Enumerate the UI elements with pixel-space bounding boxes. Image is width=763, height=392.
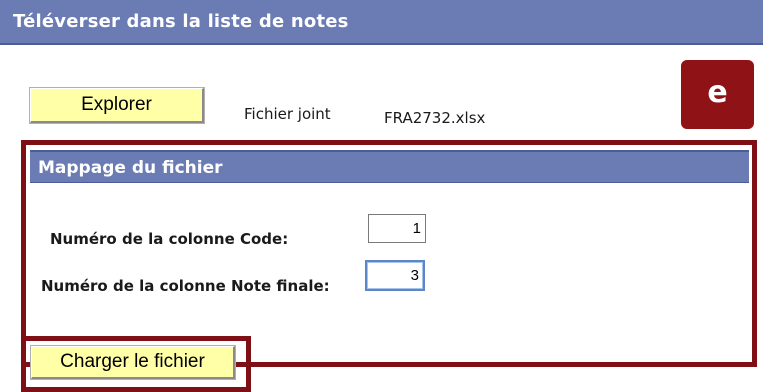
code-column-label: Numéro de la colonne Code: bbox=[50, 230, 289, 248]
callout-badge: e bbox=[681, 60, 754, 129]
final-grade-column-input[interactable] bbox=[365, 260, 425, 291]
code-column-input[interactable] bbox=[368, 214, 426, 243]
file-mapping-header: Mappage du fichier bbox=[30, 150, 749, 183]
attached-file-name: FRA2732.xlsx bbox=[384, 109, 486, 127]
load-file-button[interactable]: Charger le fichier bbox=[30, 345, 236, 380]
file-mapping-title: Mappage du fichier bbox=[38, 158, 223, 178]
page-title: Téléverser dans la liste de notes bbox=[13, 11, 349, 32]
attached-file-label: Fichier joint bbox=[244, 105, 331, 123]
final-grade-column-label: Numéro de la colonne Note finale: bbox=[41, 277, 330, 295]
explorer-button[interactable]: Explorer bbox=[29, 87, 205, 124]
page-header: Téléverser dans la liste de notes bbox=[0, 0, 763, 45]
